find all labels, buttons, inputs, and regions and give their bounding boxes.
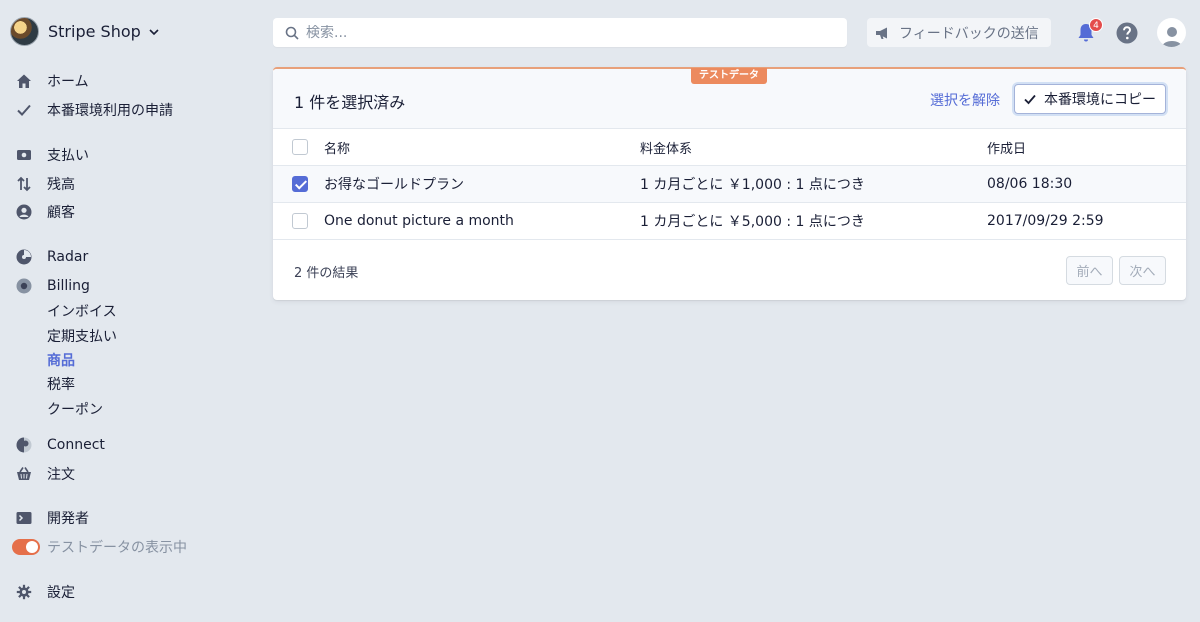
copy-to-live-label: 本番環境にコピー (1044, 92, 1156, 108)
select-all-checkbox[interactable] (292, 139, 308, 155)
sidebar-item-settings[interactable]: 設定 (14, 581, 75, 603)
product-pricing: 1 カ月ごとに ￥1,000 : 1 点につき (640, 177, 865, 193)
sidebar-item-label: 残高 (47, 177, 75, 193)
toggle-icon (12, 539, 40, 555)
sidebar-item-developers[interactable]: 開発者 (14, 507, 89, 529)
sidebar-item-label: 本番環境利用の申請 (47, 103, 173, 119)
feedback-label: フィードバックの送信 (899, 25, 1039, 42)
check-icon (14, 100, 34, 120)
megaphone-icon (876, 27, 887, 39)
products-card: 1 件を選択済み 選択を解除 本番環境にコピー テストデータ 名称 料金体系 作… (273, 67, 1186, 300)
payments-icon (14, 145, 34, 165)
row-checkbox[interactable] (292, 213, 308, 229)
test-data-toggle-label: テストデータの表示中 (47, 540, 187, 556)
sidebar-item-label: 注文 (47, 467, 75, 483)
sidebar-item-label: Connect (47, 437, 105, 453)
copy-to-live-button[interactable]: 本番環境にコピー (1014, 84, 1166, 114)
product-created: 2017/09/29 2:59 (987, 213, 1104, 229)
shop-logo (10, 17, 39, 46)
notification-badge: 4 (1089, 18, 1103, 32)
sidebar-item-balance[interactable]: 残高 (14, 173, 75, 195)
product-name: One donut picture a month (324, 213, 514, 229)
search-icon (285, 26, 299, 40)
sidebar-item-orders[interactable]: 注文 (14, 463, 75, 485)
column-header-pricing: 料金体系 (640, 141, 693, 157)
user-icon (1161, 27, 1182, 47)
column-header-name: 名称 (324, 141, 351, 157)
account-switcher[interactable]: Stripe Shop (10, 17, 160, 46)
sidebar-subitem-invoices[interactable]: インボイス (47, 302, 117, 322)
product-created: 08/06 18:30 (987, 176, 1073, 192)
sidebar-subitem-tax-rates[interactable]: 税率 (47, 375, 75, 395)
account-name: Stripe Shop (48, 22, 141, 41)
deselect-link[interactable]: 選択を解除 (930, 90, 1000, 110)
product-name: お得なゴールドプラン (324, 177, 464, 193)
sidebar-subitem-coupons[interactable]: クーポン (47, 400, 103, 420)
sidebar-subitem-products[interactable]: 商品 (47, 351, 75, 371)
sidebar-item-label: ホーム (47, 74, 89, 90)
table-row[interactable]: お得なゴールドプラン 1 カ月ごとに ￥1,000 : 1 点につき 08/06… (273, 166, 1186, 203)
basket-icon (14, 464, 34, 484)
sidebar-item-label: Billing (47, 278, 90, 294)
sidebar-item-customers[interactable]: 顧客 (14, 201, 75, 223)
check-icon (1024, 94, 1036, 105)
sidebar-item-radar[interactable]: Radar (14, 246, 88, 268)
balance-icon (14, 174, 34, 194)
search-input[interactable] (306, 24, 826, 41)
chevron-down-icon (149, 28, 159, 35)
sidebar-subitem-subscriptions[interactable]: 定期支払い (47, 327, 117, 347)
radar-icon (14, 247, 34, 267)
help-icon[interactable] (1115, 21, 1139, 45)
result-count: 2 件の結果 (294, 266, 359, 281)
customer-icon (14, 202, 34, 222)
sidebar: Stripe Shop ホーム 本番環境利用の申請 支払い 残高 顧客 Rada… (0, 0, 250, 622)
sidebar-item-home[interactable]: ホーム (14, 70, 89, 92)
sidebar-item-connect[interactable]: Connect (14, 434, 105, 456)
sidebar-item-label: 顧客 (47, 205, 75, 221)
sidebar-item-payments[interactable]: 支払い (14, 144, 89, 166)
feedback-button[interactable]: フィードバックの送信 (867, 18, 1051, 47)
selection-title: 1 件を選択済み (294, 93, 406, 112)
sidebar-item-label: 開発者 (47, 511, 89, 527)
previous-page-button[interactable]: 前へ (1066, 256, 1113, 285)
product-pricing: 1 カ月ごとに ￥5,000 : 1 点につき (640, 214, 865, 230)
sidebar-item-label: 設定 (47, 585, 75, 601)
sidebar-item-label: 支払い (47, 148, 89, 164)
test-data-toggle[interactable]: テストデータの表示中 (12, 536, 187, 558)
search-bar[interactable] (273, 18, 847, 47)
test-data-badge: テストデータ (691, 68, 767, 84)
connect-icon (14, 435, 34, 455)
next-page-button[interactable]: 次へ (1119, 256, 1166, 285)
gear-icon (14, 582, 34, 602)
column-header-created: 作成日 (987, 141, 1027, 157)
sidebar-item-activation[interactable]: 本番環境利用の申請 (14, 99, 173, 121)
terminal-icon (14, 508, 34, 528)
sidebar-item-billing[interactable]: Billing (14, 275, 90, 297)
sidebar-item-label: Radar (47, 249, 89, 265)
avatar[interactable] (1157, 18, 1186, 47)
billing-icon (14, 276, 34, 296)
home-icon (14, 71, 34, 91)
table-header: 名称 料金体系 作成日 (273, 129, 1186, 166)
table-row[interactable]: One donut picture a month 1 カ月ごとに ￥5,000… (273, 203, 1186, 240)
row-checkbox[interactable] (292, 176, 308, 192)
